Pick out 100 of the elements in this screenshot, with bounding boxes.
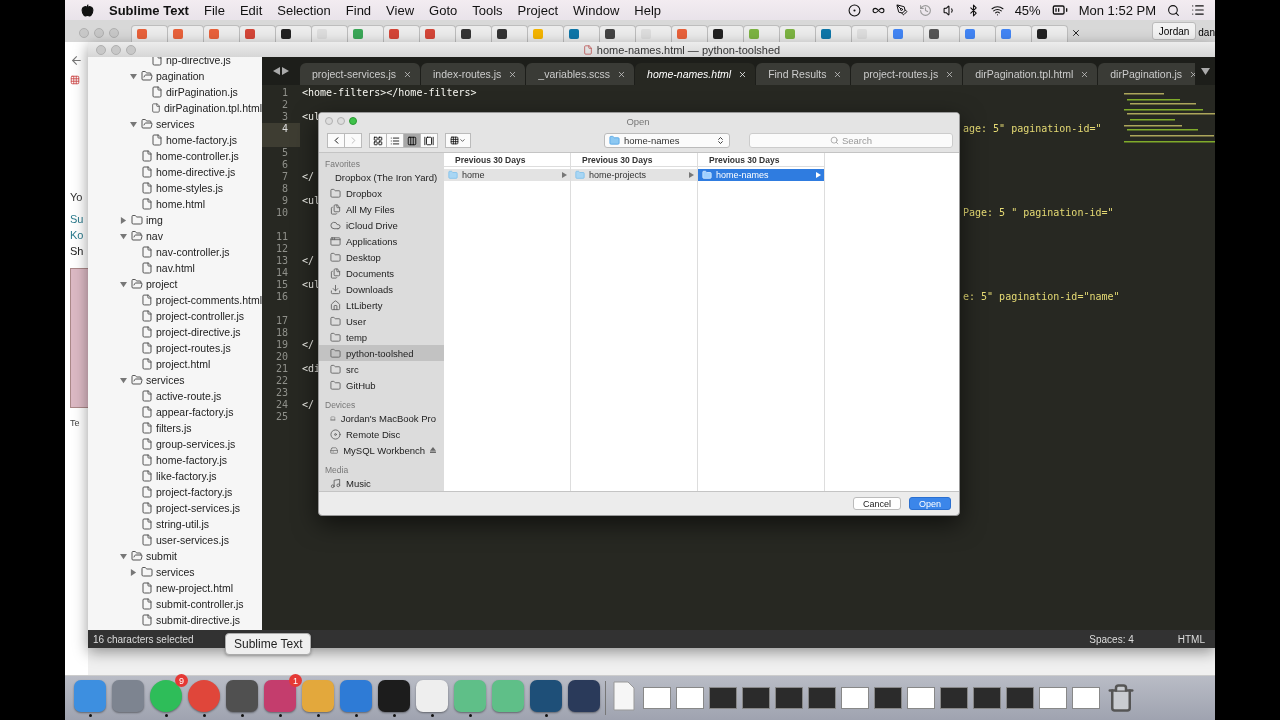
close-icon[interactable] <box>945 69 955 79</box>
browser-tab[interactable] <box>599 25 636 42</box>
window-thumbnail[interactable] <box>807 687 836 709</box>
file-name[interactable]: project-comments.html <box>155 294 262 306</box>
disclosure-triangle-icon[interactable] <box>119 232 127 240</box>
file-name[interactable]: project-factory.js <box>156 486 233 498</box>
history-icon[interactable] <box>918 3 932 17</box>
volume-icon[interactable] <box>942 3 956 17</box>
editor-tab[interactable]: dirPagination.tpl.html <box>963 63 1098 85</box>
file-name[interactable]: like-factory.js <box>156 470 217 482</box>
file-name[interactable]: group-services.js <box>156 438 236 450</box>
window-thumbnail[interactable] <box>675 687 704 709</box>
file-name[interactable]: dirPagination.js <box>166 86 238 98</box>
folder-name[interactable]: pagination <box>156 70 205 82</box>
file-name[interactable]: home-factory.js <box>156 454 227 466</box>
apple-icon[interactable] <box>81 3 94 17</box>
disclosure-triangle-icon[interactable] <box>129 72 137 80</box>
file-name[interactable]: user-services.js <box>156 534 229 546</box>
file-name[interactable]: np-directive.js <box>166 57 231 66</box>
view-mode-button[interactable] <box>420 133 438 148</box>
sidebar-item[interactable]: Remote Disc <box>319 426 444 442</box>
sidebar-item[interactable]: Downloads <box>319 281 444 297</box>
sidebar-item[interactable]: User <box>319 313 444 329</box>
menu-item[interactable]: Window <box>573 2 620 18</box>
disclosure-triangle-icon[interactable] <box>119 376 127 384</box>
sidebar-item[interactable]: Jordan's MacBook Pro <box>319 410 444 426</box>
window-thumbnail[interactable] <box>708 687 737 709</box>
file-name[interactable]: submit-controller.js <box>156 598 244 610</box>
location-popup[interactable]: home-names <box>604 133 730 148</box>
menu-item[interactable]: Project <box>517 2 559 18</box>
indentation-status[interactable]: Spaces: 4 <box>1089 633 1134 645</box>
folder-name[interactable]: services <box>146 374 185 386</box>
file-name[interactable]: home-controller.js <box>156 150 239 162</box>
sidebar-item[interactable]: Documents <box>319 265 444 281</box>
search-icon[interactable] <box>1167 3 1180 17</box>
trash-icon[interactable] <box>1106 683 1136 713</box>
editor-tab[interactable]: _variables.scss <box>526 63 635 85</box>
editor-tab[interactable]: project-services.js <box>300 63 421 85</box>
sidebar-item[interactable]: Applications <box>319 233 444 249</box>
cancel-button[interactable]: Cancel <box>852 497 901 510</box>
sidebar-item[interactable]: Music <box>319 475 444 491</box>
menu-item[interactable]: Tools <box>472 2 503 18</box>
menu-item[interactable]: Goto <box>429 2 458 18</box>
menu-item[interactable]: Selection <box>277 2 331 18</box>
editor-tab[interactable]: Find Results <box>756 63 851 85</box>
disclosure-triangle-icon[interactable] <box>119 552 127 560</box>
file-name[interactable]: home-factory.js <box>166 134 237 146</box>
tab-menu-icon[interactable] <box>1200 67 1210 75</box>
profile-button[interactable]: Jordan <box>1151 22 1197 40</box>
menu-item[interactable]: Edit <box>239 2 263 18</box>
sidebar-item[interactable]: temp <box>319 329 444 345</box>
close-icon[interactable] <box>1071 28 1081 38</box>
app-icon[interactable] <box>226 679 258 712</box>
file-name[interactable]: project.html <box>156 358 211 370</box>
editor-tab[interactable]: project-routes.js <box>851 63 963 85</box>
eject-icon[interactable] <box>430 446 436 454</box>
app-icon[interactable] <box>530 679 562 712</box>
file-name[interactable]: home-styles.js <box>156 182 224 194</box>
browser-tab[interactable] <box>275 25 312 42</box>
folder-item[interactable]: home-names <box>698 169 824 181</box>
sidebar-item[interactable]: MySQL Workbench <box>319 442 444 458</box>
editor-tab[interactable]: home-names.html <box>635 63 756 85</box>
app-menu[interactable]: Sublime Text <box>109 2 189 18</box>
window-thumbnail[interactable] <box>1071 687 1100 709</box>
pen-icon[interactable] <box>895 4 908 16</box>
menu-item[interactable]: Find <box>345 2 372 18</box>
browser-tab[interactable] <box>707 25 744 42</box>
view-mode-button[interactable] <box>403 133 421 148</box>
window-thumbnail[interactable] <box>1038 687 1067 709</box>
view-mode-button[interactable] <box>369 133 387 148</box>
menu-item[interactable]: File <box>203 2 225 18</box>
sidebar-item[interactable]: GitHub <box>319 377 444 393</box>
sidebar-item[interactable]: Dropbox <box>319 185 444 201</box>
sidebar-item[interactable]: Dropbox (The Iron Yard) <box>319 169 444 185</box>
window-thumbnail[interactable] <box>873 687 902 709</box>
file-name[interactable]: nav-controller.js <box>156 246 230 258</box>
disclosure-triangle-icon[interactable] <box>129 120 137 128</box>
disclosure-triangle-icon[interactable] <box>119 216 127 224</box>
back-icon[interactable] <box>70 54 83 67</box>
close-icon[interactable] <box>738 69 748 79</box>
file-name[interactable]: project-services.js <box>156 502 241 514</box>
app-icon[interactable] <box>568 679 600 712</box>
tab-left-icon[interactable] <box>273 67 280 75</box>
record-icon[interactable] <box>847 3 861 17</box>
sidebar-item[interactable]: src <box>319 361 444 377</box>
folder-name[interactable]: nav <box>146 230 163 242</box>
syntax-status[interactable]: HTML <box>1177 633 1205 645</box>
file-name[interactable]: filters.js <box>156 422 192 434</box>
menu-clock[interactable]: Mon 1:52 PM <box>1078 2 1156 18</box>
file-name[interactable]: appear-factory.js <box>156 406 234 418</box>
close-icon[interactable] <box>1080 69 1090 79</box>
file-name[interactable]: home.html <box>156 198 206 210</box>
open-button[interactable]: Open <box>908 497 951 510</box>
file-name[interactable]: project-controller.js <box>156 310 245 322</box>
document-icon[interactable] <box>613 680 635 711</box>
tab-right-icon[interactable] <box>282 67 289 75</box>
folder-item[interactable]: home <box>444 169 570 181</box>
close-icon[interactable] <box>508 69 518 79</box>
window-thumbnail[interactable] <box>642 687 671 709</box>
file-name[interactable]: project-routes.js <box>156 342 231 354</box>
